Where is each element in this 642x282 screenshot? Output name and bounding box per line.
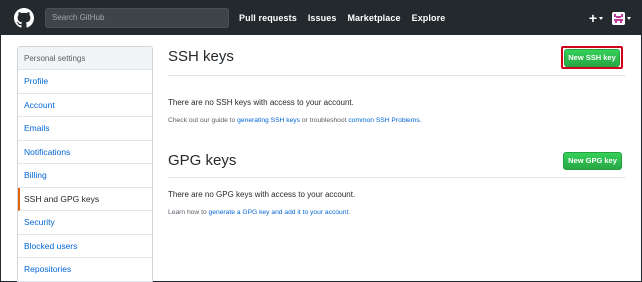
gpg-empty-message: There are no GPG keys with access to you… — [168, 190, 356, 199]
search-input[interactable]: Search GitHub — [45, 8, 229, 28]
ssh-help-prefix: Check out our guide to — [168, 117, 238, 124]
header-nav: Pull requests Issues Marketplace Explore — [239, 1, 445, 35]
top-header: Search GitHub Pull requests Issues Marke… — [1, 1, 641, 35]
nav-marketplace[interactable]: Marketplace — [347, 13, 400, 23]
sidebar-item-ssh-gpg-keys[interactable]: SSH and GPG keys — [18, 187, 152, 211]
gpg-keys-title: GPG keys — [168, 152, 237, 169]
chevron-down-icon — [599, 16, 603, 20]
gpg-help-suffix: . — [348, 209, 351, 216]
gpg-help-text: Learn how to generate a GPG key and add … — [168, 209, 350, 216]
create-new-menu[interactable]: + — [589, 11, 603, 25]
sidebar-item-blocked-users[interactable]: Blocked users — [18, 235, 152, 258]
generating-ssh-keys-link[interactable]: generating SSH keys — [237, 117, 300, 124]
ssh-help-text: Check out our guide to generating SSH ke… — [168, 117, 422, 124]
ssh-empty-message: There are no SSH keys with access to you… — [168, 98, 354, 107]
generate-gpg-key-link[interactable]: generate a GPG key and add it to your ac… — [209, 209, 349, 216]
ssh-help-suffix: . — [419, 117, 422, 124]
nav-explore[interactable]: Explore — [412, 13, 446, 23]
nav-issues[interactable]: Issues — [308, 13, 337, 23]
sidebar-item-emails[interactable]: Emails — [18, 117, 152, 141]
new-ssh-key-button[interactable]: New SSH key — [564, 49, 620, 67]
section-divider — [168, 75, 626, 76]
ssh-keys-title: SSH keys — [168, 48, 234, 65]
sidebar-item-notifications[interactable]: Notifications — [18, 141, 152, 164]
ssh-help-mid: or troubleshoot — [299, 117, 349, 124]
sidebar-item-repositories[interactable]: Repositories — [18, 258, 152, 282]
common-ssh-problems-link[interactable]: common SSH Problems — [348, 117, 419, 124]
avatar — [612, 11, 625, 25]
sidebar-item-account[interactable]: Account — [18, 94, 152, 117]
section-divider — [168, 177, 626, 178]
plus-icon: + — [588, 10, 597, 26]
user-menu[interactable] — [612, 11, 631, 25]
sidebar-item-security[interactable]: Security — [18, 211, 152, 235]
sidebar-item-billing[interactable]: Billing — [18, 164, 152, 188]
chevron-down-icon — [627, 16, 631, 20]
gpg-help-prefix: Learn how to — [168, 209, 209, 216]
sidebar-item-profile[interactable]: Profile — [18, 70, 152, 94]
nav-pull-requests[interactable]: Pull requests — [239, 13, 297, 23]
github-logo-icon[interactable] — [14, 8, 34, 28]
settings-sidebar: Personal settings Profile Account Emails… — [17, 46, 153, 282]
sidebar-heading: Personal settings — [18, 47, 152, 70]
new-gpg-key-button[interactable]: New GPG key — [563, 152, 622, 170]
